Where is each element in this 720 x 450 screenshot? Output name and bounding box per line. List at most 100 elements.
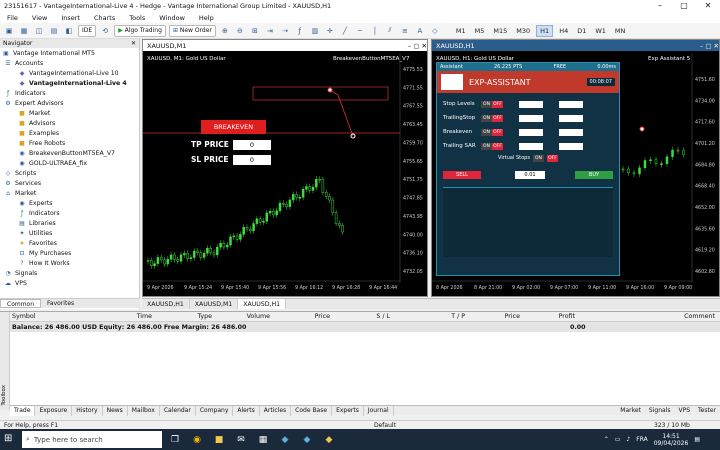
market-watch-icon[interactable]: ◫ [33, 25, 45, 37]
value-field[interactable] [559, 114, 583, 122]
tab-exposure[interactable]: Exposure [35, 405, 73, 416]
chart-tab[interactable]: XAUUSD,H1 [238, 299, 287, 309]
tab-journal[interactable]: Journal [364, 405, 394, 416]
tab-articles[interactable]: Articles [260, 405, 292, 416]
off-toggle[interactable]: OFF [492, 114, 503, 122]
tf-h1[interactable]: H1 [536, 24, 554, 37]
tab-code-base[interactable]: Code Base [291, 405, 333, 416]
metatrader2-icon[interactable]: ◆ [298, 432, 316, 447]
zoom-out-icon[interactable]: ⊖ [234, 25, 246, 37]
nav-account-2[interactable]: ◆ VantageInternational-Live 4 [0, 78, 139, 88]
value-field[interactable] [519, 114, 543, 122]
tab-news[interactable]: News [103, 405, 128, 416]
on-toggle[interactable]: ON [481, 128, 492, 136]
lot-input[interactable]: 0.01 [515, 171, 545, 179]
templates-icon[interactable]: ▥ [309, 25, 321, 37]
value-field[interactable] [519, 100, 543, 108]
menu-insert[interactable]: Insert [54, 14, 87, 22]
windows-start-icon[interactable]: ⊞ [4, 433, 12, 444]
line-tool-icon[interactable]: ╱ [339, 25, 351, 37]
tray-arrow-icon[interactable]: ⌃ [604, 436, 609, 443]
shapes-icon[interactable]: ◇ [429, 25, 441, 37]
nav-accounts[interactable]: ☰ Accounts [0, 58, 139, 68]
sl-price-input[interactable]: 0 [233, 155, 271, 165]
tab-common[interactable]: Common [0, 299, 42, 308]
value-field[interactable] [559, 142, 583, 150]
nav-market-folder[interactable]: ■ Market [0, 108, 139, 118]
network-icon[interactable]: ▭ [615, 436, 621, 443]
algo-trading-button[interactable]: ▶ Algo Trading [114, 24, 166, 37]
window-controls-icon[interactable]: – ▢ ✕ [700, 42, 719, 50]
indicators-icon[interactable]: ƒ [294, 25, 306, 37]
language-indicator[interactable]: FRA [636, 436, 647, 443]
volume-icon[interactable]: ♪ [626, 436, 630, 443]
nav-expert-advisors[interactable]: ⚙ Expert Advisors [0, 98, 139, 108]
on-toggle[interactable]: ON [532, 154, 544, 162]
tp-price-input[interactable]: 0 [233, 140, 271, 150]
metatrader-icon[interactable]: ◆ [276, 432, 294, 447]
nav-favorites[interactable]: ★ Favorites [0, 238, 139, 248]
tf-h4[interactable]: H4 [556, 25, 571, 37]
tile-icon[interactable]: ⊞ [249, 25, 261, 37]
nav-free-robots-folder[interactable]: ■ Free Robots [0, 138, 139, 148]
tf-m15[interactable]: M15 [490, 25, 510, 37]
nav-market-indicators[interactable]: ƒ Indicators [0, 208, 139, 218]
value-field[interactable] [519, 128, 543, 136]
chart-tab[interactable]: XAUUSD,M1 [190, 299, 239, 309]
nav-account-1[interactable]: ◆ VantageInternational-Live 10 [0, 68, 139, 78]
data-window-icon[interactable]: ▤ [48, 25, 60, 37]
tab-trade[interactable]: Trade [10, 405, 36, 416]
tab-experts[interactable]: Experts [332, 405, 364, 416]
tf-m1[interactable]: M1 [453, 25, 469, 37]
nav-ea-gold[interactable]: ◉ GOLD-ULTRAEA_fix [0, 158, 139, 168]
tf-m30[interactable]: M30 [513, 25, 533, 37]
autoscroll-icon[interactable]: ⇢ [279, 25, 291, 37]
close-icon[interactable]: ✕ [131, 40, 136, 47]
zoom-in-icon[interactable]: ⊕ [219, 25, 231, 37]
fibo-icon[interactable]: ≡ [399, 25, 411, 37]
off-toggle[interactable]: OFF [492, 128, 503, 136]
navigator-icon[interactable]: ◧ [63, 25, 75, 37]
tab-history[interactable]: History [72, 405, 103, 416]
on-toggle[interactable]: ON [481, 114, 492, 122]
market-link[interactable]: Market [616, 406, 645, 416]
channel-icon[interactable]: ⫽ [384, 25, 396, 37]
metaeditor-icon[interactable]: ◆ [320, 432, 338, 447]
menu-charts[interactable]: Charts [87, 14, 122, 22]
nav-root[interactable]: ▣ Vantage International MT5 [0, 48, 139, 58]
nav-examples-folder[interactable]: ■ Examples [0, 128, 139, 138]
tf-d1[interactable]: D1 [574, 25, 589, 37]
nav-market[interactable]: ⌂ Market [0, 188, 139, 198]
nav-how-it-works[interactable]: ? How It Works [0, 258, 139, 268]
vline-tool-icon[interactable]: │ [369, 25, 381, 37]
on-toggle[interactable]: ON [481, 142, 492, 150]
task-view-icon[interactable]: ❐ [166, 432, 184, 447]
value-field[interactable] [519, 142, 543, 150]
menu-file[interactable]: File [0, 14, 25, 22]
value-field[interactable] [559, 100, 583, 108]
tf-mn[interactable]: MN [612, 25, 628, 37]
search-box[interactable]: ⌕ Type here to search [22, 431, 162, 448]
notification-icon[interactable]: ▤ [694, 436, 700, 443]
nav-vps[interactable]: ☁ VPS [0, 278, 139, 288]
nav-ea-breakeven[interactable]: ◉ BreakevenButtonMT5EA_V7 [0, 148, 139, 158]
signals-link[interactable]: Signals [645, 406, 675, 416]
off-toggle[interactable]: OFF [546, 154, 558, 162]
ide-button[interactable]: IDE [78, 24, 97, 37]
tf-w1[interactable]: W1 [592, 25, 609, 37]
text-tool-icon[interactable]: A [414, 25, 426, 37]
new-chart-icon[interactable]: ▣ [3, 25, 15, 37]
nav-indicators[interactable]: ƒ Indicators [0, 88, 139, 98]
explorer-icon[interactable]: ■ [210, 432, 228, 447]
breakeven-button[interactable]: BREAKEVEN [201, 120, 266, 134]
window-controls-icon[interactable]: – ▢ ✕ [408, 42, 427, 50]
menu-view[interactable]: View [25, 14, 54, 22]
tab-calendar[interactable]: Calendar [160, 405, 196, 416]
balance-row[interactable]: Balance: 26 486.00 USD Equity: 26 486.00… [0, 322, 720, 332]
menu-help[interactable]: Help [192, 14, 221, 22]
clock[interactable]: 14:51 09/04/2026 [654, 433, 689, 447]
nav-signals[interactable]: ◔ Signals [0, 268, 139, 278]
nav-purchases[interactable]: ⊡ My Purchases [0, 248, 139, 258]
tab-mailbox[interactable]: Mailbox [128, 405, 160, 416]
nav-utilities[interactable]: ✦ Utilities [0, 228, 139, 238]
